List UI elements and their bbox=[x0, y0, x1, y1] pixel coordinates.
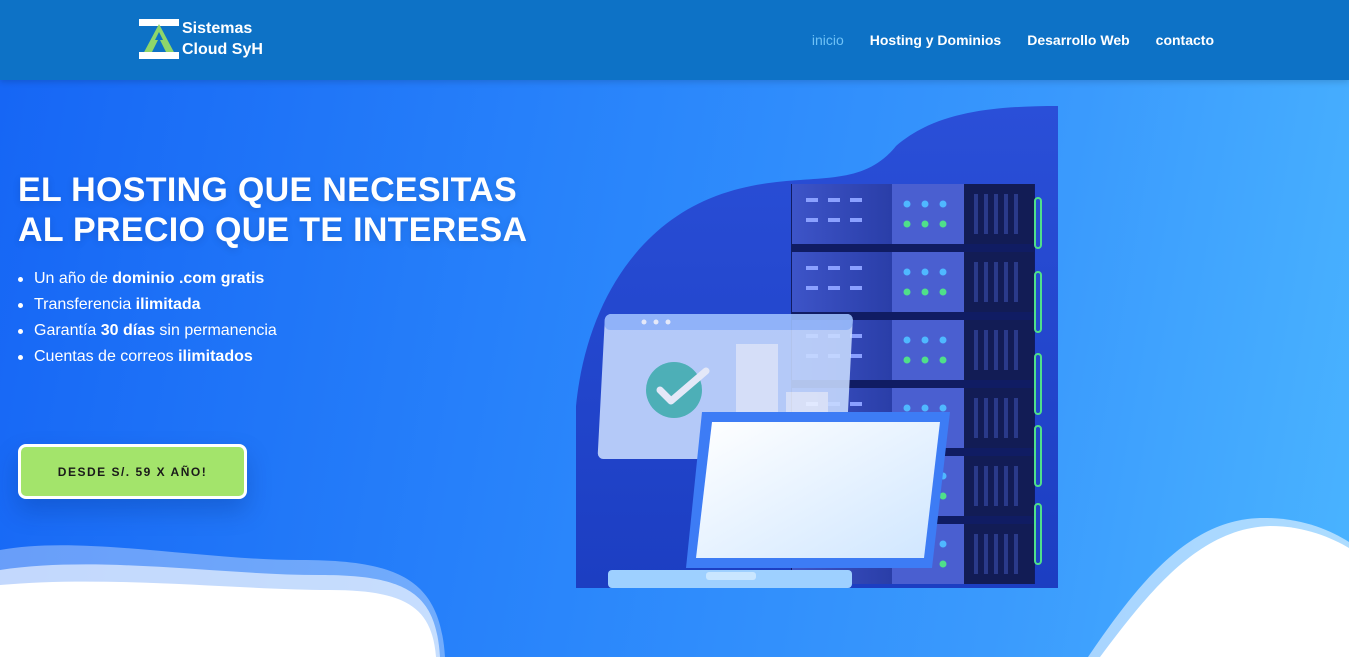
feature-text: Un año de bbox=[34, 270, 113, 287]
pricing-cta-button[interactable]: DESDE S/. 59 X AÑO! bbox=[18, 444, 247, 499]
feature-text: Garantía bbox=[34, 322, 101, 339]
triangle-logo-icon bbox=[138, 18, 180, 60]
logo-line1: Sistemas bbox=[182, 20, 253, 37]
nav-item-inicio[interactable]: inicio bbox=[812, 32, 844, 48]
feature-text: Cuentas de correos bbox=[34, 348, 179, 365]
nav-item-contacto[interactable]: contacto bbox=[1156, 32, 1214, 48]
feature-list: Un año de dominio .com gratis Transferen… bbox=[18, 266, 277, 370]
hero-headline: EL HOSTING QUE NECESITAS AL PRECIO QUE T… bbox=[18, 170, 578, 250]
feature-highlight: dominio .com gratis bbox=[112, 270, 265, 287]
headline-line1: EL HOSTING QUE NECESITAS bbox=[18, 171, 518, 209]
feature-text: Transferencia bbox=[34, 296, 136, 313]
feature-highlight: ilimitados bbox=[178, 348, 253, 365]
nav-item-desarrollo[interactable]: Desarrollo Web bbox=[1027, 32, 1129, 48]
site-logo[interactable]: Sistemas Cloud SyH bbox=[138, 17, 288, 61]
headline-line2: AL PRECIO QUE TE INTERESA bbox=[18, 211, 528, 249]
server-rack-laptop-illustration bbox=[576, 106, 1058, 588]
site-header: Sistemas Cloud SyH inicio Hosting y Domi… bbox=[0, 0, 1349, 80]
main-nav: inicio Hosting y Dominios Desarrollo Web… bbox=[812, 0, 1214, 80]
logo-text: Sistemas Cloud SyH bbox=[182, 18, 263, 60]
hero-section: EL HOSTING QUE NECESITAS AL PRECIO QUE T… bbox=[0, 80, 1349, 657]
feature-highlight: ilimitada bbox=[135, 296, 201, 313]
feature-item: Garantía 30 días sin permanencia bbox=[18, 318, 277, 344]
feature-highlight: 30 días bbox=[100, 322, 155, 339]
logo-line2: Cloud SyH bbox=[182, 41, 263, 58]
feature-item: Un año de dominio .com gratis bbox=[18, 266, 277, 292]
feature-item: Transferencia ilimitada bbox=[18, 292, 277, 318]
feature-text: sin permanencia bbox=[154, 322, 277, 339]
nav-item-hosting[interactable]: Hosting y Dominios bbox=[870, 32, 1001, 48]
feature-item: Cuentas de correos ilimitados bbox=[18, 344, 277, 370]
